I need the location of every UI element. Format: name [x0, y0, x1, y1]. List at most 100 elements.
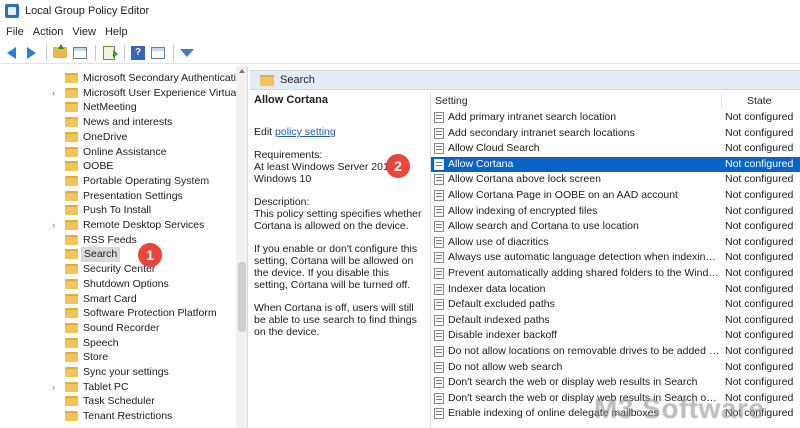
folder-icon — [65, 73, 78, 83]
tree-item[interactable]: Portable Operating System — [0, 174, 236, 189]
scrollbar-thumb[interactable] — [238, 262, 246, 332]
tree-item[interactable]: Sync your settings — [0, 365, 236, 380]
tree-item[interactable]: › Tablet PC — [0, 380, 236, 395]
filter-button[interactable] — [178, 44, 196, 62]
tree-scrollbar[interactable] — [236, 66, 247, 428]
setting-row[interactable]: Prevent automatically adding shared fold… — [431, 266, 800, 282]
tree-item[interactable]: Push To Install — [0, 203, 236, 218]
setting-row[interactable]: Do not allow web search Not configured — [431, 360, 800, 376]
results-header-title: Search — [280, 74, 315, 86]
tree-item[interactable]: RSS Feeds — [0, 233, 236, 248]
tree-item[interactable]: Microsoft Secondary Authenticatio — [0, 71, 242, 86]
folder-icon — [65, 381, 78, 392]
chevron-right-icon[interactable]: › — [52, 220, 62, 230]
tree-item[interactable]: Presentation Settings — [0, 189, 236, 204]
menu-view[interactable]: View — [70, 26, 103, 38]
settings-list[interactable]: Setting State Add primary intranet searc… — [430, 92, 800, 428]
tree-item[interactable]: OOBE — [0, 159, 236, 174]
tree-item[interactable]: OneDrive — [0, 130, 236, 145]
setting-row[interactable]: Allow Cortana above lock screen Not confi… — [431, 172, 800, 188]
setting-state: Not configured — [725, 189, 794, 201]
properties-button[interactable] — [149, 44, 167, 62]
menu-file[interactable]: File — [4, 26, 31, 38]
setting-row[interactable]: Add secondary intranet search locations N… — [431, 126, 800, 142]
setting-name: Allow Cortana Page in OOBE on an AAD acc… — [448, 189, 678, 201]
help-icon: ? — [131, 45, 145, 60]
setting-row[interactable]: Allow use of diacritics Not configured — [431, 235, 800, 251]
scroll-up-arrow-icon[interactable] — [239, 69, 245, 73]
menu-action[interactable]: Action — [31, 26, 71, 38]
tree-item[interactable]: Security Center — [0, 262, 236, 277]
chevron-right-icon[interactable]: › — [52, 382, 62, 392]
folder-icon — [65, 264, 78, 275]
setting-row[interactable]: Do not allow locations on removable driv… — [431, 344, 800, 360]
tree-item-label: News and interests — [83, 116, 173, 129]
setting-state: Not configured — [725, 142, 794, 155]
tree-item-label: Portable Operating System — [83, 174, 210, 187]
setting-row[interactable]: Disable indexer backoff Not configured — [431, 328, 800, 344]
tree-item[interactable]: Store — [0, 350, 236, 365]
setting-name: Always use automatic language detection … — [448, 251, 720, 264]
policy-setting-icon — [434, 190, 444, 201]
tree-item[interactable]: Task Scheduler — [0, 394, 236, 409]
setting-row[interactable]: Allow indexing of encrypted files Not con… — [431, 204, 800, 220]
setting-name: Do not allow locations on removable driv… — [448, 345, 720, 357]
title-bar: Local Group Policy Editor — [0, 0, 800, 22]
folder-icon — [65, 234, 78, 245]
edit-policy-setting-link[interactable]: policy setting — [275, 126, 336, 138]
setting-row[interactable]: Allow Cortana Page in OOBE on an AAD acc… — [431, 188, 800, 204]
tree-item-label: Tablet PC — [83, 380, 129, 393]
menu-help[interactable]: Help — [103, 26, 135, 38]
column-header-state[interactable]: State — [747, 95, 772, 107]
back-button[interactable] — [2, 44, 20, 62]
forward-button[interactable] — [22, 44, 40, 62]
show-hide-tree-button[interactable] — [71, 44, 89, 62]
setting-name: Allow Cloud Search — [448, 142, 540, 155]
tree-item[interactable]: NetMeeting — [0, 100, 236, 115]
help-button[interactable]: ? — [129, 44, 147, 62]
setting-row[interactable]: Allow Cortana Not configured — [431, 156, 800, 173]
tree-item[interactable]: Shutdown Options — [0, 277, 236, 292]
setting-name: Allow use of diacritics — [448, 235, 549, 248]
folder-up-icon — [53, 44, 67, 58]
tree-item[interactable]: Smart Card — [0, 292, 236, 307]
tree-item[interactable]: › Microsoft User Experience Virtualiz — [0, 86, 246, 101]
setting-row[interactable]: Allow search and Cortana to use location… — [431, 219, 800, 235]
setting-row[interactable]: Indexer data location Not configured — [431, 282, 800, 298]
up-one-level-button[interactable] — [51, 44, 69, 62]
setting-name: Indexer data location — [448, 282, 546, 295]
column-header-setting[interactable]: Setting — [435, 95, 468, 107]
console-tree[interactable]: Microsoft Secondary Authenticatio › Micros… — [0, 66, 248, 428]
results-header: Search — [250, 70, 800, 90]
chevron-right-icon[interactable]: › — [52, 88, 62, 98]
setting-row[interactable]: Don't search the web or display web resu… — [431, 375, 800, 391]
setting-row[interactable]: Default excluded paths Not configured — [431, 297, 800, 313]
policy-setting-icon — [434, 392, 444, 404]
tree-item[interactable]: Online Assistance — [0, 145, 236, 160]
setting-row[interactable]: Default indexed paths Not configured — [431, 313, 800, 329]
setting-state: Not configured — [725, 313, 794, 326]
tree-item-label: Task Scheduler — [83, 395, 155, 408]
window-title: Local Group Policy Editor — [25, 5, 150, 17]
setting-row[interactable]: Add primary intranet search location Not … — [431, 110, 800, 126]
export-list-button[interactable] — [100, 44, 118, 62]
column-divider[interactable] — [721, 92, 722, 109]
policy-setting-icon — [434, 408, 444, 420]
tree-item[interactable]: Software Protection Platform — [0, 306, 236, 321]
tree-item[interactable]: News and interests — [0, 115, 236, 130]
policy-setting-icon — [434, 299, 444, 311]
tree-item-label: NetMeeting — [83, 101, 137, 114]
tree-item[interactable]: Speech — [0, 336, 236, 351]
setting-row[interactable]: Allow Cloud Search Not configured — [431, 141, 800, 157]
tree-item[interactable]: Tenant Restrictions — [0, 409, 236, 424]
callout-badge-2: 2 — [386, 154, 410, 178]
watermark-logo: M3 Software — [594, 393, 765, 424]
description-paragraph-3: When Cortana is off, users will still be… — [254, 302, 417, 338]
folder-icon — [65, 117, 78, 128]
tree-item[interactable]: Search — [0, 247, 236, 263]
setting-row[interactable]: Always use automatic language detection … — [431, 250, 800, 266]
tree-item[interactable]: Sound Recorder — [0, 321, 236, 336]
tree-item[interactable]: › Remote Desktop Services — [0, 218, 236, 233]
policy-setting-icon — [434, 127, 444, 139]
setting-name: Allow search and Cortana to use location — [448, 220, 639, 233]
